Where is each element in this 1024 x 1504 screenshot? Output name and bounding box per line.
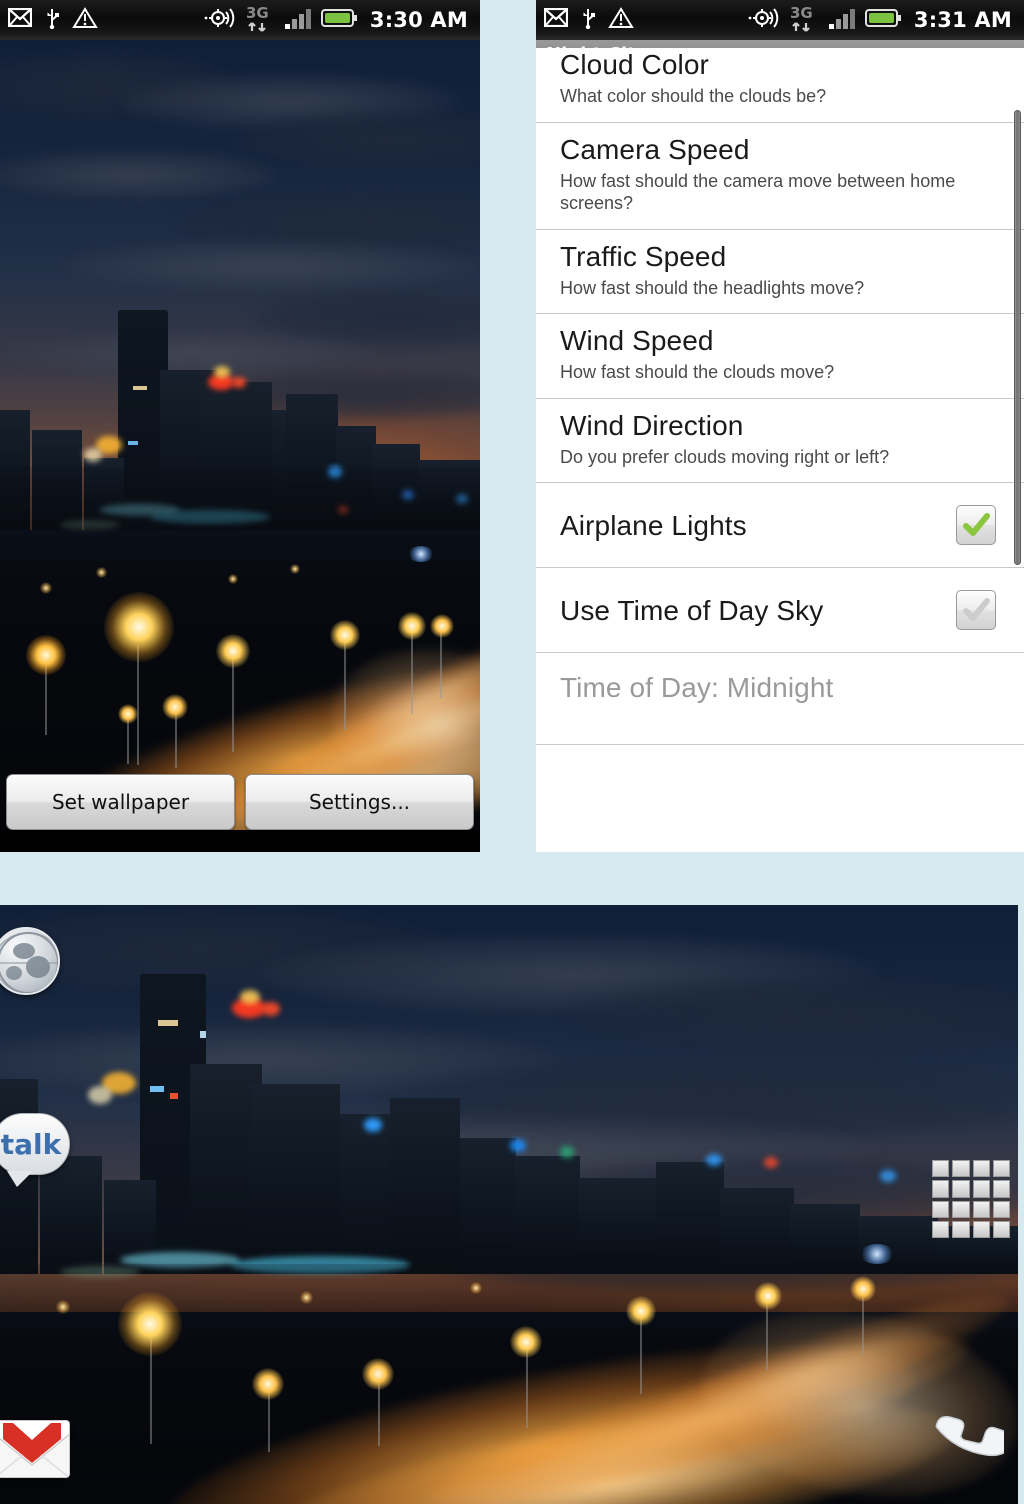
check-icon	[963, 513, 990, 537]
preview-status-bar: 3G 3:30 AM	[0, 0, 480, 40]
signal-bars-icon	[284, 6, 314, 35]
usb-icon	[44, 7, 60, 34]
battery-icon	[320, 7, 359, 34]
gps-icon	[748, 6, 782, 35]
pref-wind-direction[interactable]: Wind Direction Do you prefer clouds movi…	[536, 398, 1024, 484]
wallpaper-action-buttons: Set wallpaper Settings...	[0, 774, 480, 830]
pref-title: Traffic Speed	[560, 240, 727, 272]
settings-list[interactable]: Cloud Color What color should the clouds…	[536, 48, 1024, 852]
pref-summary: What color should the clouds be?	[560, 86, 827, 107]
pref-cloud-color[interactable]: Cloud Color What color should the clouds…	[536, 48, 1024, 123]
pref-airplane-lights[interactable]: Airplane Lights	[536, 483, 1024, 569]
screenshot-root: 3G 3:30 AM Set wallpaper Settings... 3G …	[0, 0, 1024, 1504]
svg-text:3G: 3G	[790, 4, 813, 22]
pref-title: Camera Speed	[560, 133, 750, 165]
preview-wallpaper	[0, 40, 480, 830]
pref-title: Cloud Color	[560, 49, 709, 80]
warning-triangle-icon	[72, 6, 98, 34]
gmail-icon	[7, 7, 33, 32]
signal-bars-icon	[828, 6, 858, 35]
wallpaper-preview-screen: 3G 3:30 AM Set wallpaper Settings...	[0, 0, 480, 852]
pref-summary: Do you prefer clouds moving right or lef…	[560, 446, 890, 467]
pref-summary: How fast should the headlights move?	[560, 277, 865, 298]
settings-status-bar: 3G 3:31 AM	[536, 0, 1024, 40]
pref-title: Airplane Lights	[560, 509, 747, 541]
pref-use-time-of-day-sky[interactable]: Use Time of Day Sky	[536, 568, 1024, 654]
svg-text:3G: 3G	[246, 4, 269, 22]
pref-time-of-day[interactable]: Time of Day: Midnight	[536, 653, 1024, 746]
home-screen: talk	[0, 905, 1018, 1504]
browser-icon[interactable]	[0, 927, 60, 995]
settings-clock: 3:31 AM	[913, 8, 1012, 32]
preview-clock: 3:30 AM	[369, 8, 468, 32]
pref-title: Wind Direction	[560, 409, 744, 441]
pref-traffic-speed[interactable]: Traffic Speed How fast should the headli…	[536, 229, 1024, 315]
gmail-icon	[543, 7, 569, 32]
pref-wind-speed[interactable]: Wind Speed How fast should the clouds mo…	[536, 314, 1024, 399]
settings-screen: 3G 3:31 AM Night City Cloud Color What c…	[536, 0, 1024, 852]
airplane-lights-checkbox[interactable]	[956, 505, 996, 546]
network-3g-icon: 3G	[245, 4, 277, 37]
pref-title: Time of Day: Midnight	[560, 672, 834, 704]
set-wallpaper-button[interactable]: Set wallpaper	[6, 774, 235, 830]
pref-summary: How fast should the clouds move?	[560, 362, 835, 383]
pref-title: Wind Speed	[560, 325, 714, 357]
phone-icon[interactable]	[924, 1397, 1004, 1477]
network-3g-icon: 3G	[789, 4, 821, 37]
pref-camera-speed[interactable]: Camera Speed How fast should the camera …	[536, 122, 1024, 230]
pref-title: Use Time of Day Sky	[560, 594, 824, 626]
settings-scrollbar[interactable]	[1014, 110, 1021, 565]
settings-button[interactable]: Settings...	[245, 774, 474, 830]
usb-icon	[580, 7, 596, 34]
pref-summary: How fast should the camera move between …	[560, 170, 956, 214]
talk-icon[interactable]: talk	[0, 1113, 70, 1187]
battery-icon	[864, 7, 903, 34]
home-wallpaper	[0, 905, 1018, 1504]
app-drawer-icon[interactable]	[932, 1160, 1010, 1238]
check-icon	[963, 598, 990, 622]
use-time-of-day-sky-checkbox[interactable]	[956, 590, 996, 631]
warning-triangle-icon	[608, 6, 634, 34]
gmail-icon[interactable]	[0, 1420, 70, 1478]
gps-icon	[204, 6, 238, 35]
